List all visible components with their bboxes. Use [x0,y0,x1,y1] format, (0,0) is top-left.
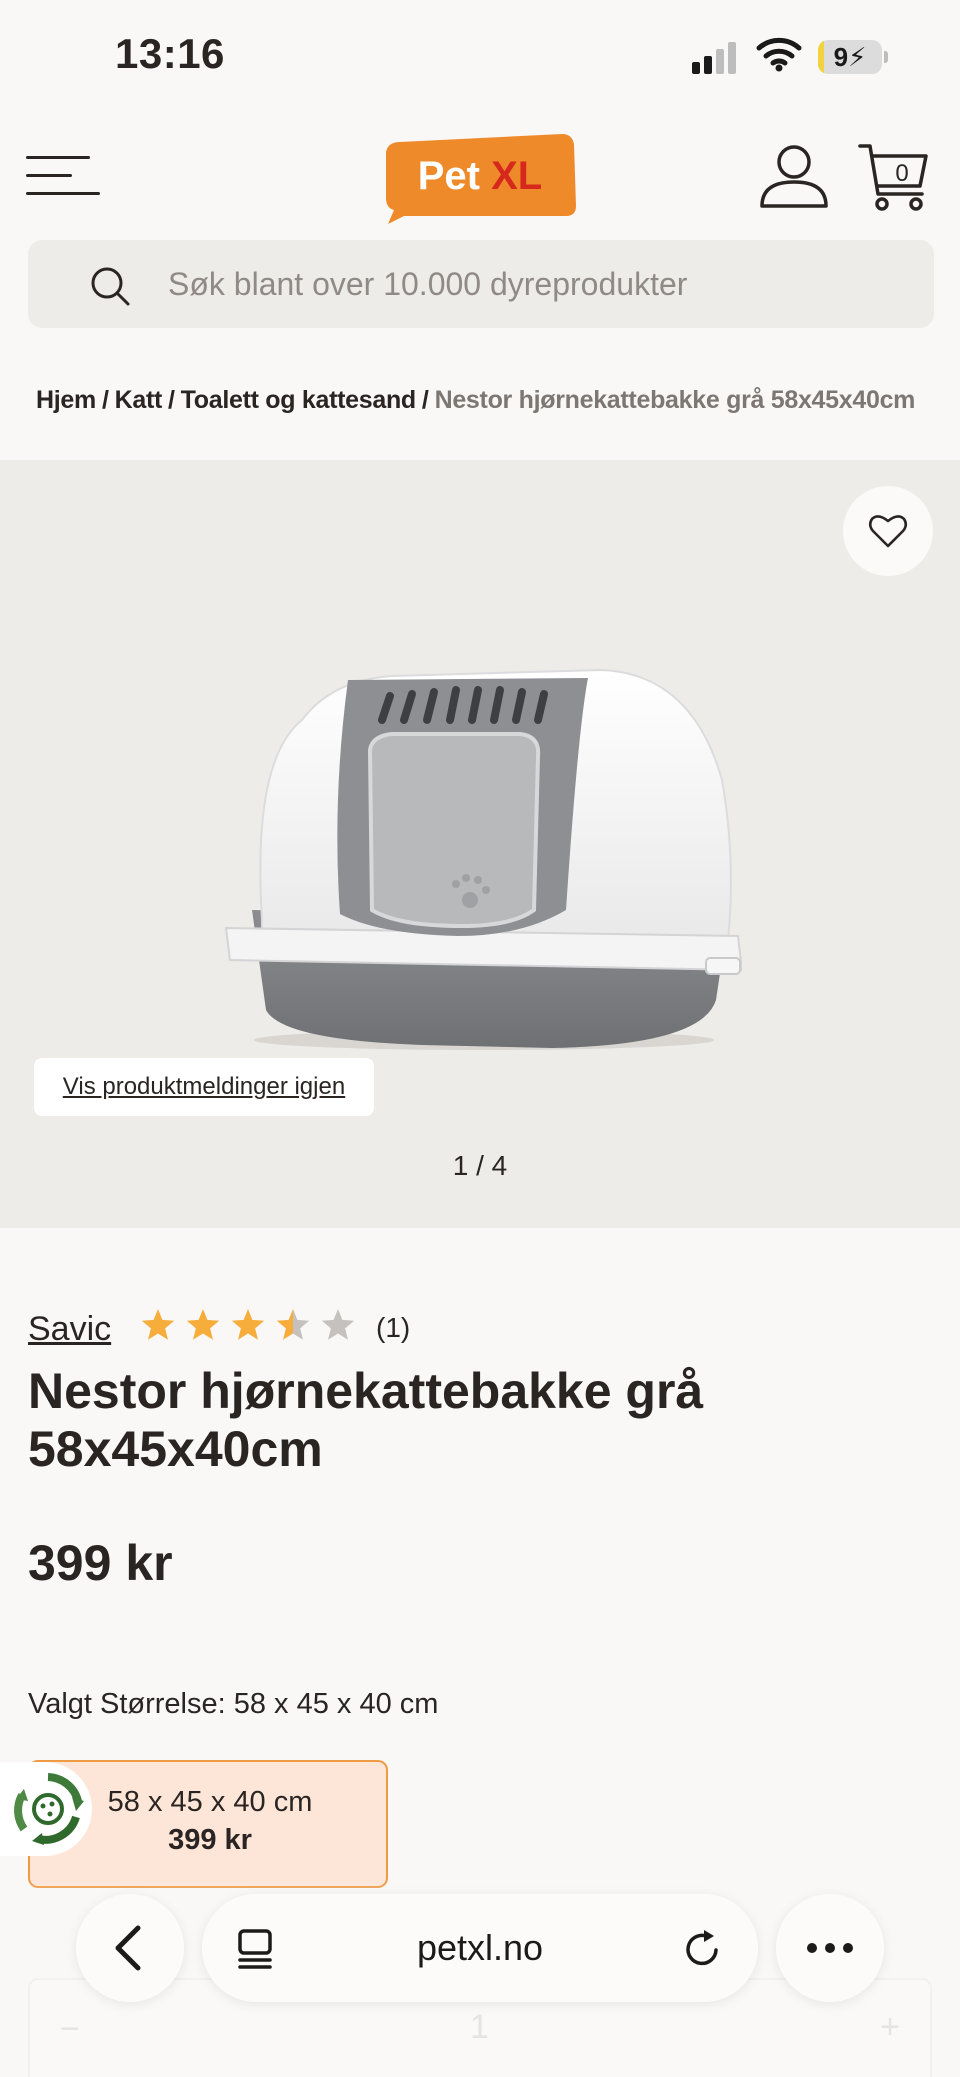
breadcrumb-link-home[interactable]: Hjem [36,386,96,414]
breadcrumb-link-litter[interactable]: Toalett og kattesand [181,386,417,414]
cellular-signal-icon [692,42,736,74]
rating-star [321,1309,355,1340]
product-gallery[interactable]: Vis produktmeldinger igjen 1 / 4 [0,460,960,1228]
wishlist-button[interactable] [843,486,933,576]
breadcrumb-separator: / [101,386,109,414]
search-input[interactable] [168,240,888,328]
breadcrumb-separator: / [168,386,175,414]
breadcrumb-link-cat[interactable]: Katt [115,386,163,414]
breadcrumb-separator: / [421,386,429,414]
show-product-notices-button[interactable]: Vis produktmeldinger igjen [34,1058,374,1116]
wifi-icon [756,37,802,72]
heart-icon [868,515,908,548]
selected-size-label: Valgt Størrelse: 58 x 45 x 40 cm [28,1688,438,1721]
gallery-counter: 1 / 4 [452,1150,508,1181]
browser-url[interactable]: petxl.no [312,1894,648,2002]
rating-star [141,1309,175,1340]
cart-count-badge: 0 [895,160,909,187]
selected-size-caption: Valgt Størrelse: [28,1688,226,1720]
battery-icon: 9⚡ [818,40,888,74]
search-bar[interactable] [28,240,934,328]
chevron-left-icon [115,1925,141,1971]
page-menu-icon[interactable] [236,1928,276,1970]
rating-count[interactable]: (1) [376,1312,410,1344]
product-price: 399 kr [28,1535,173,1591]
search-icon [91,267,130,306]
more-dots-icon [807,1943,853,1953]
status-bar: 13:16 9⚡ [0,0,960,112]
recycle-icon [14,1773,84,1845]
eco-recycle-badge[interactable] [0,1762,92,1856]
breadcrumb-current: Nestor hjørnekattebakke grå 58x45x40cm [434,386,916,414]
browser-address-bar[interactable]: petxl.no [202,1894,758,2002]
product-title: Nestor hjørnekattebakke grå 58x45x40cm [28,1363,704,1477]
logo-xl: XL [491,154,543,198]
selected-size-value: 58 x 45 x 40 cm [233,1688,439,1720]
rating-star [231,1309,265,1340]
browser-back-button[interactable] [76,1894,184,2002]
rating-stars [141,1309,355,1340]
hamburger-menu-icon[interactable] [26,152,100,200]
logo-text: Pet XL [382,154,578,199]
rating-star [186,1309,220,1340]
brand-link[interactable]: Savic [28,1310,111,1349]
user-account-icon[interactable] [758,144,830,208]
breadcrumb: Hjem / Katt / Toalett og kattesand / Nestor hj… [36,386,960,415]
product-image-litter-box [224,668,742,1050]
petxl-logo[interactable]: Pet XL [382,130,578,226]
rating-star [276,1309,310,1340]
battery-level-text: 9 [833,42,849,72]
site-header: Pet XL 0 [0,112,960,240]
reload-icon[interactable] [682,1928,724,1970]
battery-level: 9⚡ [833,42,867,72]
logo-pet: Pet [417,154,480,198]
browser-toolbar: petxl.no [0,1880,960,2077]
status-time: 13:16 [115,30,225,77]
browser-more-button[interactable] [776,1894,884,2002]
